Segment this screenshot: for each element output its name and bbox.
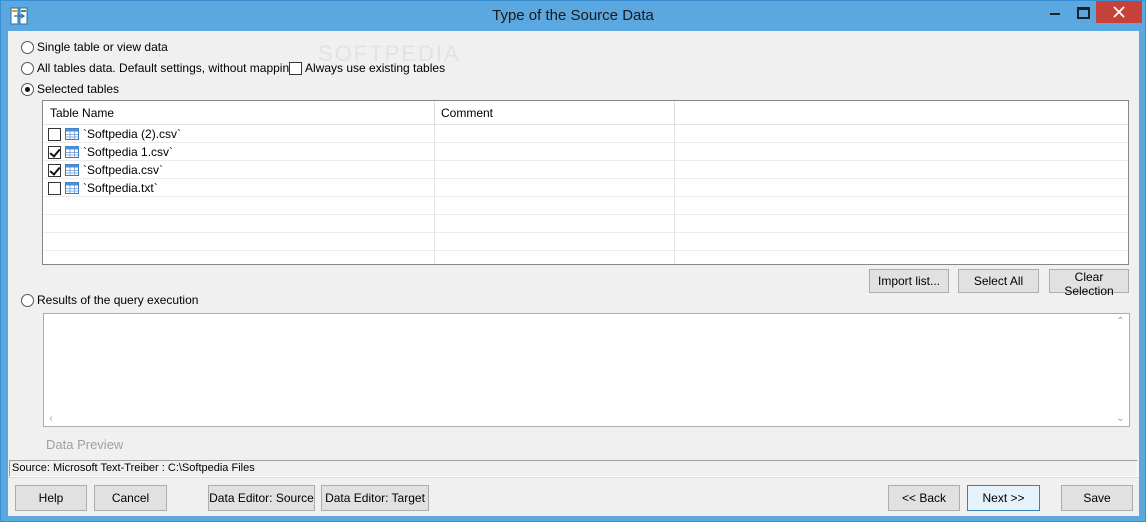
table-name-cell: `Softpedia 1.csv` [43,143,435,161]
table-name-cell: `Softpedia.csv` [43,161,435,179]
query-textbox[interactable]: ⌃ ⌄ ‹ [43,313,1130,427]
vertical-scrollbar[interactable]: ⌃ ⌄ [1112,314,1129,426]
empty-row [43,233,1128,251]
minimize-button[interactable] [1041,1,1069,23]
footer-divider [8,477,1139,478]
option-query-results[interactable]: Results of the query execution [21,292,198,308]
scroll-up-icon[interactable]: ⌃ [1112,316,1129,327]
grid-header: Table Name Comment [43,101,1128,125]
comment-cell[interactable] [435,143,675,161]
row-checkbox[interactable] [48,145,61,159]
table-name: `Softpedia.csv` [83,163,164,177]
back-button[interactable]: << Back [888,485,960,511]
all-tables-radio[interactable] [21,61,34,75]
status-bar: Source: Microsoft Text-Treiber : C:\Soft… [9,460,1138,477]
data-preview-label: Data Preview [46,437,124,452]
table-icon [65,164,79,176]
cancel-button[interactable]: Cancel [94,485,167,511]
table-name: `Softpedia (2).csv` [83,127,182,141]
help-button[interactable]: Help [15,485,87,511]
data-editor-source-button[interactable]: Data Editor: Source [208,485,315,511]
table-row[interactable]: `Softpedia 1.csv` [43,143,1128,161]
data-editor-target-button[interactable]: Data Editor: Target [321,485,429,511]
scroll-down-icon[interactable]: ⌄ [1112,413,1129,424]
table-icon [65,146,79,158]
table-row[interactable]: `Softpedia.csv` [43,161,1128,179]
table-name-cell [43,215,435,233]
row-checkbox[interactable] [48,127,61,141]
empty-row [43,215,1128,233]
tables-grid[interactable]: Table Name Comment `Softpedia (2).csv` `S… [42,100,1129,265]
option-single-table[interactable]: Single table or view data [21,39,168,55]
title-bar[interactable]: Type of the Source Data [1,1,1145,31]
always-existing-label: Always use existing tables [305,61,446,75]
all-tables-label: All tables data. Default settings, witho… [37,61,300,75]
import-list-button[interactable]: Import list... [869,269,949,293]
table-icon [65,128,79,140]
table-name: `Softpedia 1.csv` [83,145,174,159]
option-all-tables[interactable]: All tables data. Default settings, witho… [21,60,299,76]
scroll-left-icon[interactable]: ‹ [46,413,56,424]
next-button[interactable]: Next >> [967,485,1040,511]
option-selected-tables[interactable]: Selected tables [21,81,119,97]
single-table-label: Single table or view data [37,40,168,54]
table-name-cell [43,233,435,251]
close-icon [1113,6,1125,18]
table-row[interactable]: `Softpedia.txt` [43,179,1128,197]
window-title: Type of the Source Data [492,7,654,24]
comment-cell[interactable] [435,179,675,197]
empty-row [43,197,1128,215]
comment-cell[interactable] [435,161,675,179]
query-results-radio[interactable] [21,293,34,307]
table-name-cell [43,251,435,264]
table-row[interactable]: `Softpedia (2).csv` [43,125,1128,143]
row-checkbox[interactable] [48,163,61,177]
comment-cell[interactable] [435,251,675,264]
empty-row [43,251,1128,264]
table-name: `Softpedia.txt` [83,181,158,195]
table-name-cell: `Softpedia.txt` [43,179,435,197]
comment-cell[interactable] [435,215,675,233]
table-name-cell: `Softpedia (2).csv` [43,125,435,143]
table-icon [65,182,79,194]
column-header-comment[interactable]: Comment [435,101,675,125]
row-checkbox[interactable] [48,181,61,195]
clear-selection-button[interactable]: Clear Selection [1049,269,1129,298]
always-existing-checkbox[interactable] [289,61,302,75]
single-table-radio[interactable] [21,40,34,54]
comment-cell[interactable] [435,233,675,251]
selected-tables-label: Selected tables [37,82,120,96]
close-button[interactable] [1096,1,1142,23]
maximize-button[interactable] [1069,1,1097,23]
dialog-content: SOFTPEDIA Single table or view data All … [8,31,1139,516]
dialog-window: Type of the Source Data SOFTPEDIA Single… [0,0,1146,522]
comment-cell[interactable] [435,125,675,143]
select-all-button[interactable]: Select All [958,269,1039,293]
table-name-cell [43,197,435,215]
query-results-label: Results of the query execution [37,293,199,307]
save-button[interactable]: Save [1061,485,1133,511]
always-existing-option[interactable]: Always use existing tables [289,60,445,76]
selected-tables-radio[interactable] [21,82,34,96]
comment-cell[interactable] [435,197,675,215]
column-header-table-name[interactable]: Table Name [43,101,435,125]
